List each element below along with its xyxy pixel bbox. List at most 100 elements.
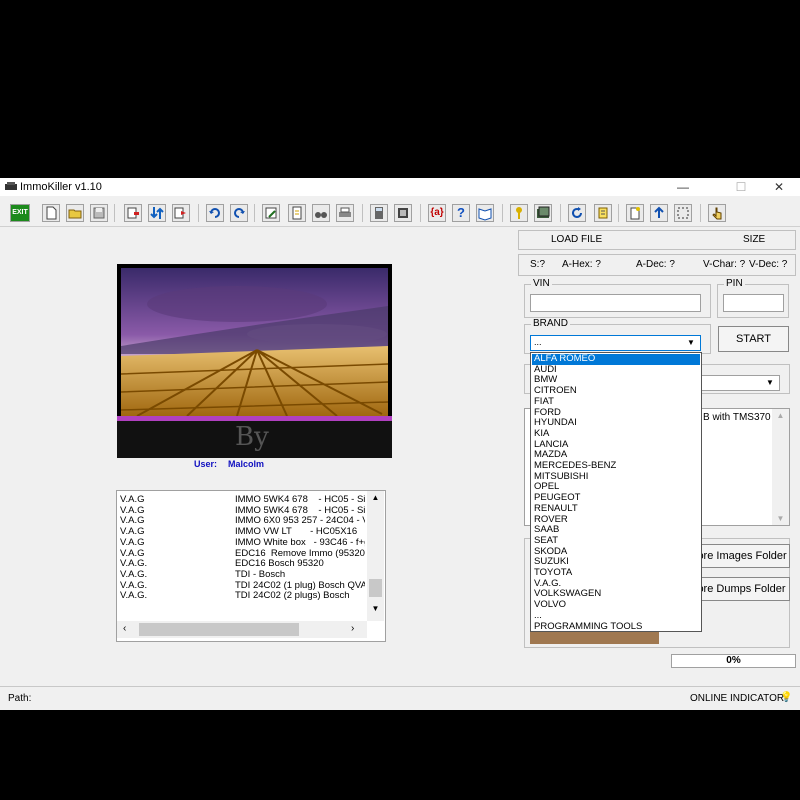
- brand-option[interactable]: SEAT: [532, 535, 700, 547]
- model-select[interactable]: ▼: [700, 375, 780, 391]
- import-button[interactable]: [124, 204, 142, 222]
- toolbar: EXIT {a} ?: [0, 200, 800, 227]
- brand-option[interactable]: VOLVO: [532, 599, 700, 611]
- open-button[interactable]: [66, 204, 84, 222]
- exit-label: EXIT: [12, 209, 28, 216]
- undo-button[interactable]: [206, 204, 224, 222]
- brand-option[interactable]: PROGRAMMING TOOLS: [532, 621, 700, 633]
- selection-icon: [677, 207, 689, 219]
- new-file-icon: [46, 206, 57, 220]
- book-button[interactable]: [476, 204, 494, 222]
- brand-option[interactable]: CITROEN: [532, 385, 700, 397]
- pin-input[interactable]: [723, 294, 784, 312]
- help-button[interactable]: ?: [452, 204, 470, 222]
- progress-bar: 0%: [671, 654, 796, 668]
- status-bar: Path: ONLINE INDICATOR 💡: [0, 686, 800, 711]
- app-icon: [5, 182, 17, 191]
- find-button[interactable]: [312, 204, 330, 222]
- chevron-down-icon[interactable]: ▼: [684, 336, 698, 350]
- horizontal-scrollbar[interactable]: ‹ ›: [117, 621, 367, 638]
- row-make: V.A.G.: [120, 568, 148, 580]
- progress-label: 0%: [726, 655, 741, 666]
- memory-button[interactable]: [534, 204, 552, 222]
- scroll-up-icon[interactable]: ▲: [367, 493, 384, 502]
- s-value: S:?: [530, 259, 546, 270]
- scroll-right-icon[interactable]: ›: [351, 623, 354, 634]
- explore-images-button[interactable]: lore Images Folder: [690, 544, 790, 568]
- variables-button[interactable]: {a}: [428, 204, 446, 222]
- size-label: SIZE: [743, 234, 766, 245]
- model-chevron-down-icon[interactable]: ▼: [763, 376, 777, 390]
- pin-label: PIN: [724, 278, 745, 289]
- info-scroll-down-icon[interactable]: ▼: [772, 514, 789, 523]
- up-arrow-icon: [654, 206, 664, 218]
- start-button[interactable]: START: [718, 326, 789, 352]
- redo-button[interactable]: [230, 204, 248, 222]
- lightbulb-icon: 💡: [780, 692, 793, 703]
- brand-option[interactable]: RENAULT: [532, 503, 700, 515]
- up-button[interactable]: [650, 204, 668, 222]
- export-button[interactable]: [172, 204, 190, 222]
- new-doc-button[interactable]: [626, 204, 644, 222]
- import-icon: [127, 207, 139, 219]
- key-icon: [516, 207, 522, 219]
- minimize-button[interactable]: —: [660, 178, 706, 196]
- row-make: V.A.G.: [120, 590, 148, 602]
- edit-button[interactable]: [262, 204, 280, 222]
- exit-button[interactable]: EXIT: [10, 204, 30, 222]
- ecu-list[interactable]: V.A.G IMMO 5WK4 678 - HC05 - Siem V.A.G IMM…: [116, 490, 386, 642]
- brand-option[interactable]: ...: [532, 610, 700, 622]
- redo-icon: [234, 208, 245, 218]
- printer-icon: [339, 207, 351, 217]
- memory-icon: [537, 206, 550, 218]
- undo-icon: [209, 208, 220, 218]
- new-button[interactable]: [42, 204, 60, 222]
- vin-input[interactable]: [530, 294, 701, 312]
- document-icon: [292, 206, 302, 220]
- hex-button[interactable]: [594, 204, 612, 222]
- edit-icon: [265, 207, 277, 219]
- scroll-left-icon[interactable]: ‹: [123, 623, 126, 634]
- scroll-thumb[interactable]: [369, 579, 382, 597]
- close-button[interactable]: ✕: [756, 178, 800, 196]
- refresh-button[interactable]: [568, 204, 586, 222]
- refresh-icon: [572, 207, 582, 218]
- brand-option[interactable]: KIA: [532, 428, 700, 440]
- print-button[interactable]: [336, 204, 354, 222]
- explore-dumps-button[interactable]: lore Dumps Folder: [690, 577, 790, 601]
- calc-checksum-button[interactable]: [288, 204, 306, 222]
- export-icon: [174, 207, 186, 219]
- chip-icon: [398, 208, 408, 218]
- hand-button[interactable]: [708, 204, 726, 222]
- info-scroll-up-icon[interactable]: ▲: [772, 411, 789, 420]
- window-title: ImmoKiller v1.10: [20, 181, 102, 193]
- save-button[interactable]: [90, 204, 108, 222]
- brand-option[interactable]: FIAT: [532, 396, 700, 408]
- load-file-label[interactable]: LOAD FILE: [551, 234, 602, 245]
- by-text: By: [235, 422, 269, 452]
- brand-dropdown-list[interactable]: ALFA ROMEO AUDI BMW CITROEN FIAT FORD HYUNDAI K…: [530, 352, 702, 632]
- row-description: IMMO White box - 93C46 - f+g N: [235, 536, 365, 548]
- key-button[interactable]: [510, 204, 528, 222]
- chip-button[interactable]: [394, 204, 412, 222]
- scroll-down-icon[interactable]: ▼: [367, 604, 384, 613]
- brand-option[interactable]: AUDI: [532, 364, 700, 376]
- swap-button[interactable]: [148, 204, 166, 222]
- vin-label: VIN: [531, 278, 552, 289]
- a-hex-value: A-Hex: ?: [562, 259, 601, 270]
- a-dec-value: A-Dec: ?: [636, 259, 675, 270]
- open-folder-icon: [68, 209, 82, 219]
- select-button[interactable]: [674, 204, 692, 222]
- brand-option[interactable]: HYUNDAI: [532, 417, 700, 429]
- hscroll-thumb[interactable]: [139, 623, 299, 636]
- brand-select[interactable]: ... ▼: [530, 335, 701, 351]
- info-scrollbar[interactable]: ▲ ▼: [772, 409, 789, 525]
- swap-arrows-icon: [150, 207, 164, 219]
- row-description: TDI - Bosch: [235, 568, 286, 580]
- calculator-icon: [375, 207, 383, 219]
- vertical-scrollbar[interactable]: ▲ ▼: [367, 491, 384, 621]
- row-description: TDI 24C02 (2 plugs) Bosch: [235, 590, 350, 602]
- calculator-button[interactable]: [370, 204, 388, 222]
- brand-option[interactable]: ALFA ROMEO: [532, 353, 700, 365]
- row-make: V.A.G: [120, 536, 145, 548]
